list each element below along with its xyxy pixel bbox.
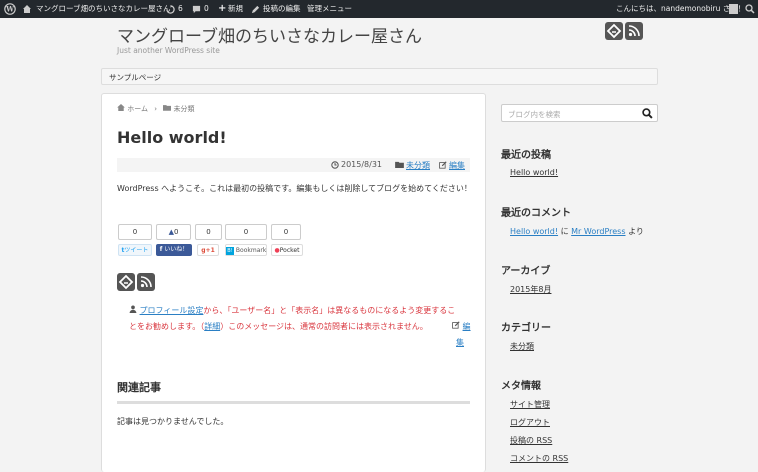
nav-item-sample-page[interactable]: サンプルページ — [109, 72, 161, 83]
pencil-icon[interactable] — [251, 0, 260, 18]
notice-edit: 編 集 — [452, 319, 471, 351]
comment-author-link[interactable]: Mr WordPress — [571, 227, 625, 236]
edit-icon — [439, 161, 447, 171]
post-edit-link[interactable]: 編集 — [449, 160, 465, 171]
comment-from-text: より — [628, 227, 644, 236]
search-box[interactable]: ブログ内を検索 — [501, 104, 658, 122]
recent-comment-item: Hello world! に Mr WordPress より — [510, 226, 644, 237]
breadcrumb-separator: › — [154, 105, 158, 113]
rss-icon[interactable] — [625, 22, 643, 40]
facebook-like-button[interactable]: f いいね！ — [156, 244, 192, 256]
search-input[interactable]: ブログ内を検索 — [508, 109, 561, 120]
category-item-link[interactable]: 未分類 — [510, 341, 534, 352]
follow-feedly-icon[interactable] — [117, 273, 135, 291]
share-buttons: 0 tツイート ▲0 f いいね！ 0 g+1 0 B! Bookmark 0 … — [117, 224, 317, 258]
comments-count[interactable]: 0 — [204, 0, 209, 18]
hatena-icon: B! — [226, 246, 234, 255]
site-description: Just another WordPress site — [117, 46, 220, 55]
related-posts-title: 関連記事 — [117, 381, 161, 394]
archives-title: アーカイブ — [501, 266, 551, 277]
plus-icon[interactable]: + — [218, 0, 226, 18]
home-icon — [117, 104, 127, 113]
clock-icon — [331, 161, 339, 171]
admin-menu-link[interactable]: 管理メニュー — [307, 0, 352, 18]
post-content: WordPress へようこそ。これは最初の投稿です。編集もしくは削除してブログ… — [117, 184, 472, 193]
recent-comments-title: 最近のコメント — [501, 208, 571, 219]
notice-edit-icon — [452, 321, 463, 331]
meta-site-admin-link[interactable]: サイト管理 — [510, 399, 550, 410]
new-content-link[interactable]: 新規 — [228, 0, 243, 18]
recent-posts-title: 最近の投稿 — [501, 150, 551, 161]
details-link[interactable]: 詳細 — [204, 322, 220, 331]
admin-bar: W マングローブ畑のちいさなカレー屋さん 6 0 + 新規 投稿の編集 管理メニ… — [0, 0, 758, 18]
post-date: 2015/8/31 — [341, 160, 383, 169]
meta-logout-link[interactable]: ログアウト — [510, 417, 550, 428]
edit-post-link[interactable]: 投稿の編集 — [263, 0, 301, 18]
pocket-button[interactable]: ●Pocket — [271, 244, 303, 256]
meta-posts-rss-link[interactable]: 投稿の RSS — [510, 435, 552, 446]
follow-rss-icon[interactable] — [137, 273, 155, 291]
gplus-button[interactable]: g+1 — [197, 244, 219, 256]
account-greeting[interactable]: こんにちは、nandemonobiru さん！ — [616, 0, 745, 18]
author-notice: プロフィール設定から、「ユーザー名」と「表示名」は異なるものになるよう変更するこ… — [129, 303, 474, 335]
notice-text-1: から、「ユーザー名」と「表示名」は異なるものになるよう変更するこ — [203, 306, 456, 315]
breadcrumb-category[interactable]: 未分類 — [174, 105, 195, 113]
admin-search-icon[interactable] — [745, 0, 755, 18]
categories-title: カテゴリー — [501, 323, 551, 334]
updates-count[interactable]: 6 — [178, 0, 183, 18]
related-empty-message: 記事は見つかりませんでした。 — [117, 417, 229, 426]
site-home-icon[interactable] — [22, 0, 32, 18]
feedly-icon[interactable] — [605, 22, 623, 40]
profile-settings-link[interactable]: プロフィール設定 — [140, 306, 204, 315]
archive-item-link[interactable]: 2015年8月 — [510, 284, 551, 295]
wordpress-logo-icon[interactable]: W — [4, 0, 16, 18]
twitter-count: 0 — [118, 224, 152, 240]
category-folder-icon — [395, 161, 404, 170]
comment-post-link[interactable]: Hello world! — [510, 227, 558, 236]
notice-edit-link-1[interactable]: 編 — [463, 322, 471, 331]
hatena-bookmark-button[interactable]: B! Bookmark — [225, 244, 267, 256]
main-article: ホーム › 未分類 Hello world! 2015/8/31 未分類 編集 … — [101, 93, 486, 472]
main-navigation: サンプルページ — [101, 68, 658, 85]
breadcrumb: ホーム › 未分類 — [117, 104, 195, 114]
post-meta: 2015/8/31 未分類 編集 — [117, 158, 470, 172]
breadcrumb-home[interactable]: ホーム — [127, 105, 148, 113]
facebook-icon: f — [159, 246, 163, 253]
gplus-count: 0 — [195, 224, 222, 240]
hatena-count: 0 — [225, 224, 267, 240]
post-category-link[interactable]: 未分類 — [406, 160, 430, 171]
avatar[interactable] — [729, 4, 738, 14]
folder-icon — [163, 105, 173, 113]
recent-post-link[interactable]: Hello world! — [510, 168, 558, 177]
search-icon[interactable] — [642, 108, 653, 121]
meta-comments-rss-link[interactable]: コメントの RSS — [510, 453, 568, 464]
updates-icon[interactable] — [166, 0, 175, 18]
notice-edit-link-2[interactable]: 集 — [456, 338, 464, 347]
user-icon — [129, 305, 140, 315]
twitter-tweet-button[interactable]: tツイート — [118, 244, 152, 256]
facebook-count: ▲0 — [156, 224, 191, 240]
pocket-count: 0 — [271, 224, 301, 240]
comment-on-text: に — [560, 227, 569, 236]
post-title: Hello world! — [117, 128, 227, 147]
site-title[interactable]: マングローブ畑のちいさなカレー屋さん — [117, 22, 422, 47]
notice-text-3: ）このメッセージは、通常の訪問者には表示されません。 — [220, 322, 428, 331]
related-divider — [117, 401, 470, 404]
notice-text-2: とをお勧めします。（ — [129, 322, 205, 331]
site-name-link[interactable]: マングローブ畑のちいさなカレー屋さん — [36, 0, 171, 18]
svg-text:W: W — [5, 5, 14, 14]
meta-title: メタ情報 — [501, 381, 541, 392]
comments-icon[interactable] — [192, 0, 201, 18]
